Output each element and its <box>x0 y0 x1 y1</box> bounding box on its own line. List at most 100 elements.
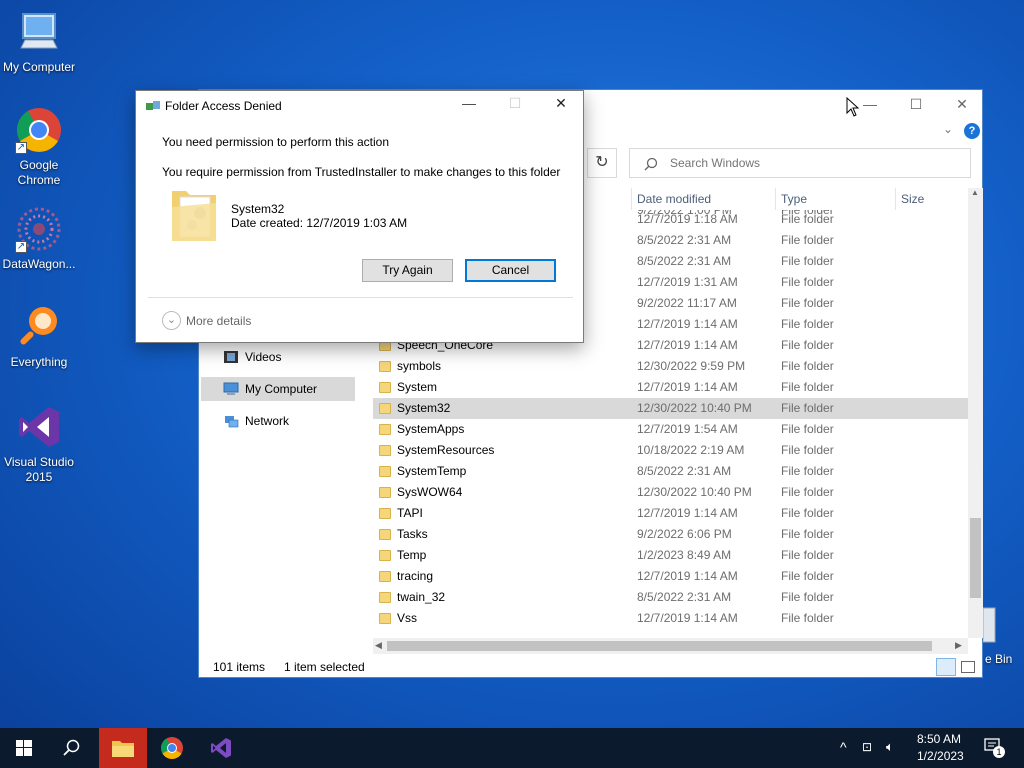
table-row[interactable]: twain_32 8/5/2022 2:31 AM File folder <box>373 587 968 608</box>
column-header-size[interactable]: Size <box>901 188 924 210</box>
desktop-icon-label: Everything <box>10 355 68 369</box>
search-icon <box>63 739 80 756</box>
search-box[interactable] <box>629 148 971 178</box>
taskbar-chrome[interactable] <box>148 728 196 768</box>
table-row[interactable]: SystemResources 10/18/2022 2:19 AM File … <box>373 440 968 461</box>
table-row[interactable]: SystemTemp 8/5/2022 2:31 AM File folder <box>373 461 968 482</box>
details-view-icon[interactable] <box>936 658 956 676</box>
desktop-icon-recycle-bin[interactable]: e Bin <box>983 604 1024 668</box>
everything-search-icon <box>15 303 63 351</box>
desktop-icon-datawagon[interactable]: ↗ DataWagon... <box>0 205 78 272</box>
desktop-icon-label: DataWagon... <box>2 257 76 271</box>
horizontal-scrollbar[interactable]: ◀ ▶ <box>373 638 968 654</box>
videos-icon <box>224 351 238 363</box>
folder-date-created: Date created: 12/7/2019 1:03 AM <box>231 216 408 230</box>
network-tray-icon[interactable]: ⊡ <box>862 740 872 754</box>
chrome-icon: ↗ <box>15 106 63 154</box>
folder-icon <box>379 445 391 456</box>
selection-count: 1 item selected <box>284 660 365 674</box>
search-taskbar-button[interactable] <box>48 728 96 768</box>
shortcut-arrow-icon: ↗ <box>15 142 27 154</box>
search-input[interactable] <box>630 149 970 177</box>
nav-item-label: Network <box>245 414 290 428</box>
desktop-icon-label: My Computer <box>2 60 76 74</box>
folder-icon <box>379 424 391 435</box>
table-row[interactable]: Vss 12/7/2019 1:14 AM File folder <box>373 608 968 629</box>
folder-icon <box>379 613 391 624</box>
chevron-down-icon: ⌄ <box>162 311 181 330</box>
folder-icon <box>172 191 216 241</box>
folder-icon <box>379 361 391 372</box>
clock-date[interactable]: 1/2/2023 <box>917 749 964 763</box>
chrome-icon <box>161 737 183 759</box>
folder-icon <box>379 382 391 393</box>
folder-icon <box>379 529 391 540</box>
volume-icon[interactable]: 🔈︎ <box>886 739 894 755</box>
scrollbar-thumb[interactable] <box>970 518 981 598</box>
computer-icon <box>15 8 63 56</box>
refresh-icon: ↻ <box>595 154 609 171</box>
desktop-icon-label: e Bin <box>985 652 1013 666</box>
table-row[interactable]: SystemApps 12/7/2019 1:54 AM File folder <box>373 419 968 440</box>
large-icons-view-icon[interactable] <box>961 661 975 673</box>
desktop-icon-everything[interactable]: Everything <box>0 303 78 370</box>
maximize-button[interactable]: ☐ <box>893 90 939 120</box>
table-row[interactable]: tracing 12/7/2019 1:14 AM File folder <box>373 566 968 587</box>
table-row-selected[interactable]: System32 12/30/2022 10:40 PM File folder <box>373 398 968 419</box>
taskbar-file-explorer[interactable] <box>99 728 147 768</box>
nav-item-my-computer[interactable]: My Computer <box>201 377 355 401</box>
desktop-icon-my-computer[interactable]: My Computer <box>0 8 78 75</box>
folder-icon <box>379 592 391 603</box>
clock-time[interactable]: 8:50 AM <box>917 732 961 746</box>
dialog-message: You need permission to perform this acti… <box>162 135 390 149</box>
folder-icon <box>379 466 391 477</box>
mouse-cursor-icon <box>846 97 860 117</box>
folder-access-denied-dialog: Folder Access Denied — ☐ ✕ You need perm… <box>135 90 584 343</box>
start-button[interactable] <box>0 728 48 768</box>
scrollbar-thumb[interactable] <box>387 641 932 651</box>
table-row[interactable]: Tasks 9/2/2022 6:06 PM File folder <box>373 524 968 545</box>
desktop-icon-label: Visual Studio 2015 <box>4 455 74 484</box>
folder-icon <box>112 741 134 757</box>
table-row[interactable]: symbols 12/30/2022 9:59 PM File folder <box>373 356 968 377</box>
network-icon <box>225 416 239 428</box>
folder-icon <box>379 550 391 561</box>
nav-item-label: My Computer <box>245 382 318 396</box>
collapse-ribbon-icon[interactable]: ⌄ <box>943 122 953 136</box>
scroll-left-icon[interactable]: ◀ <box>375 640 382 651</box>
desktop-icon-label: Google Chrome <box>17 158 61 187</box>
shortcut-arrow-icon: ↗ <box>15 241 27 253</box>
help-icon[interactable]: ? <box>964 123 980 139</box>
scroll-up-icon[interactable]: ▲ <box>971 188 979 197</box>
try-again-button[interactable]: Try Again <box>362 259 453 282</box>
dialog-detail: You require permission from TrustedInsta… <box>162 165 561 179</box>
column-header-date-modified[interactable]: Date modified <box>637 188 711 210</box>
vertical-scrollbar[interactable]: ▲ <box>968 188 983 638</box>
item-count: 101 items <box>213 660 266 674</box>
dialog-minimize-button: — <box>462 95 476 111</box>
status-bar: 101 items 1 item selected <box>199 656 984 678</box>
computer-icon <box>223 382 239 395</box>
column-header-type[interactable]: Type <box>781 188 807 210</box>
show-hidden-icons-chevron-icon[interactable]: ^ <box>840 739 847 755</box>
taskbar-visual-studio[interactable] <box>197 728 245 768</box>
dialog-close-button[interactable]: ✕ <box>548 95 574 117</box>
nav-item-network[interactable]: Network <box>201 409 355 433</box>
table-row[interactable]: TAPI 12/7/2019 1:14 AM File folder <box>373 503 968 524</box>
cancel-button[interactable]: Cancel <box>465 259 556 282</box>
table-row[interactable]: System 12/7/2019 1:14 AM File folder <box>373 377 968 398</box>
notification-badge: 1 <box>993 746 1005 758</box>
folder-name: System32 <box>231 202 285 216</box>
desktop-icon-google-chrome[interactable]: ↗ Google Chrome <box>0 106 78 188</box>
nav-item-videos[interactable]: Videos <box>201 345 355 369</box>
refresh-button[interactable]: ↻ <box>587 148 617 178</box>
close-button[interactable]: ✕ <box>939 90 985 120</box>
table-row[interactable]: Temp 1/2/2023 8:49 AM File folder <box>373 545 968 566</box>
dialog-maximize-button: ☐ <box>508 95 522 111</box>
folder-move-icon <box>146 101 160 110</box>
scroll-right-icon[interactable]: ▶ <box>955 640 962 651</box>
table-row[interactable]: SysWOW64 12/30/2022 10:40 PM File folder <box>373 482 968 503</box>
taskbar: ^ ⊡ 🔈︎ 8:50 AM 1/2/2023 1 <box>0 728 1024 768</box>
action-center-button[interactable]: 1 <box>984 738 1005 758</box>
desktop-icon-visual-studio[interactable]: Visual Studio 2015 <box>0 403 78 485</box>
